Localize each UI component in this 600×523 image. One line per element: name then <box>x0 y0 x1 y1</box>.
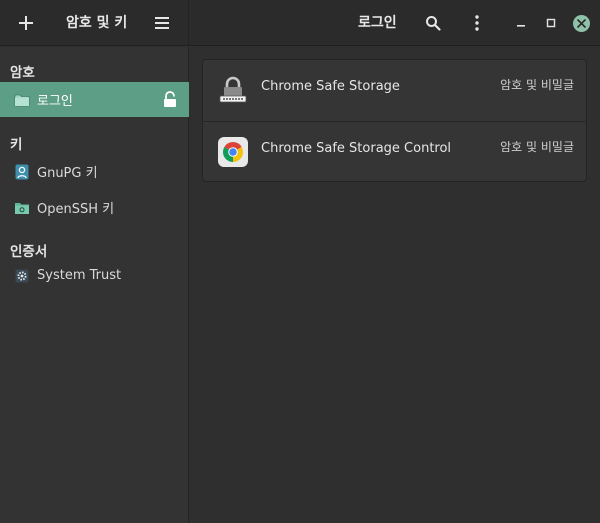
sidebar-item-system-trust[interactable]: System Trust <box>0 258 189 293</box>
sidebar-item-label: GnuPG 키 <box>37 166 98 181</box>
view-title: 로그인 <box>358 15 397 31</box>
folder-icon <box>14 92 30 108</box>
close-button[interactable] <box>565 7 597 39</box>
item-type: 암호 및 비밀글 <box>500 78 574 92</box>
more-options-button[interactable] <box>461 7 493 39</box>
sidebar-item-label: OpenSSH 키 <box>37 202 115 217</box>
certificate-gear-icon <box>14 268 30 284</box>
minimize-button[interactable] <box>505 7 537 39</box>
list-item[interactable]: Chrome Safe Storage Control 암호 및 비밀글 <box>203 121 586 181</box>
hamburger-menu-icon <box>155 17 169 29</box>
minimize-icon <box>517 25 525 27</box>
item-name: Chrome Safe Storage <box>261 79 400 94</box>
chrome-icon <box>217 136 249 168</box>
item-name: Chrome Safe Storage Control <box>261 141 452 156</box>
keyring-item-list: Chrome Safe Storage 암호 및 비밀글 Chrome Safe… <box>202 59 587 182</box>
search-button[interactable] <box>417 7 449 39</box>
search-icon <box>426 16 441 31</box>
sidebar-item-openssh-keys[interactable]: OpenSSH 키 <box>0 190 189 225</box>
maximize-icon <box>546 18 556 28</box>
header-left-pane: 암호 및 키 <box>0 0 189 46</box>
ssh-folder-icon <box>14 200 30 216</box>
password-lock-icon <box>217 74 249 106</box>
unlocked-padlock-icon[interactable] <box>163 91 177 108</box>
main-menu-button[interactable] <box>146 7 178 39</box>
section-header-keys: 키 <box>10 137 23 153</box>
header-bar: 암호 및 키 로그인 <box>0 0 600 46</box>
item-type: 암호 및 비밀글 <box>500 140 574 154</box>
app-title: 암호 및 키 <box>66 15 128 31</box>
sidebar: 암호 로그인 키 GnuPG 키 OpenSSH 키 인증서 System Tr… <box>0 47 189 523</box>
kebab-menu-icon <box>475 15 479 31</box>
plus-icon <box>19 16 33 30</box>
sidebar-item-label: 로그인 <box>37 94 73 109</box>
sidebar-item-gnupg-keys[interactable]: GnuPG 키 <box>0 154 189 189</box>
section-header-certificates: 인증서 <box>10 244 48 260</box>
section-header-passwords: 암호 <box>10 65 35 81</box>
list-item[interactable]: Chrome Safe Storage 암호 및 비밀글 <box>203 60 586 121</box>
sidebar-item-label: System Trust <box>37 268 122 283</box>
close-icon <box>576 18 586 28</box>
gpg-key-icon <box>14 164 30 180</box>
add-button[interactable] <box>10 7 42 39</box>
sidebar-item-login-keyring[interactable]: 로그인 <box>0 82 189 117</box>
main-content: Chrome Safe Storage 암호 및 비밀글 Chrome Safe… <box>190 47 600 523</box>
maximize-button[interactable] <box>535 7 567 39</box>
